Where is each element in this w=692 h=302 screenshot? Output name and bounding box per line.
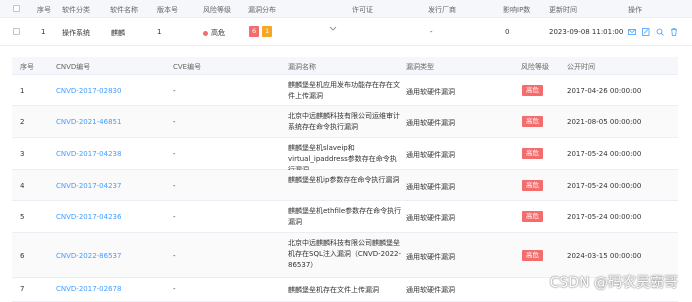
vuln-index: 5 xyxy=(20,213,25,221)
vuln-name: 北京中远麒麟科技有限公司运维审计系统存在命令执行漏洞 xyxy=(288,112,400,131)
vuln-name: 麒麟堡垒机存在文件上传漏洞 xyxy=(288,286,379,294)
row-version: 1 xyxy=(157,28,162,36)
row-name: 麒麟 xyxy=(111,29,125,37)
inner-header-index: 序号 xyxy=(20,63,34,71)
header-update-time: 更新时间 xyxy=(549,6,577,14)
vuln-name: 麒麟堡垒机ip参数存在命令执行漏洞 xyxy=(288,176,400,184)
vuln-index: 2 xyxy=(20,118,25,126)
vuln-cnvd-link[interactable]: CNVD-2017-02678 xyxy=(56,285,121,293)
vuln-cnvd-link[interactable]: CNVD-2017-04238 xyxy=(56,150,121,158)
search-icon[interactable] xyxy=(656,28,664,36)
vuln-type: 通用软硬件漏洞 xyxy=(406,286,455,294)
vuln-cve: - xyxy=(173,150,176,158)
vuln-index: 6 xyxy=(20,252,25,260)
row-category: 操作系统 xyxy=(62,29,90,37)
vuln-high-count[interactable]: 6 xyxy=(249,26,260,37)
vuln-cve: - xyxy=(173,118,176,126)
header-ip-count: 影响IP数 xyxy=(503,6,531,14)
vuln-risk-tag: 高危 xyxy=(522,180,543,191)
row-risk-level: 高危 xyxy=(203,28,225,38)
csdn-watermark: CSDN @码农吴霸哥 xyxy=(549,275,678,291)
vuln-index: 1 xyxy=(20,87,25,95)
vuln-publish-time: 2017-04-26 00:00:00 xyxy=(567,87,642,95)
risk-dot-icon xyxy=(203,30,208,36)
vuln-type: 通用软硬件漏洞 xyxy=(406,214,455,222)
vuln-type: 通用软硬件漏洞 xyxy=(406,119,455,127)
vuln-index: 7 xyxy=(20,285,25,293)
header-vendor: 发行厂商 xyxy=(428,6,456,14)
vuln-type: 通用软硬件漏洞 xyxy=(406,183,455,191)
vuln-cve: - xyxy=(173,87,176,95)
vuln-name: 麒麟堡垒机应用发布功能存在存在文件上传漏洞 xyxy=(288,81,400,100)
inner-table-header: 序号 CNVD编号 CVE编号 漏洞名称 漏洞类型 风险等级 公开时间 xyxy=(12,57,678,75)
inner-header-cnvd: CNVD编号 xyxy=(56,63,91,71)
vuln-type: 通用软硬件漏洞 xyxy=(406,88,455,96)
vuln-index: 3 xyxy=(20,150,25,158)
select-all-checkbox[interactable] xyxy=(13,5,20,12)
header-vuln-dist: 漏洞分布 xyxy=(248,6,276,14)
delete-icon[interactable] xyxy=(670,28,678,36)
vuln-risk-tag: 高危 xyxy=(522,211,543,222)
outer-table-header: 序号 软件分类 软件名称 版本号 风险等级 漏洞分布 许可证 发行厂商 影响IP… xyxy=(0,0,692,18)
software-row[interactable]: 1 操作系统 麒麟 1 高危 6 1 - 0 2023-09-08 11:01:… xyxy=(0,18,692,46)
mail-icon[interactable] xyxy=(628,28,636,36)
vuln-name: 北京中远麒麟科技有限公司麒麟堡垒机存在SQL注入漏洞（CNVD-2022-865… xyxy=(288,239,402,269)
row-update-time: 2023-09-08 11:01:00 xyxy=(549,28,624,36)
row-ip-count: 0 xyxy=(505,28,510,36)
inner-header-publish-time: 公开时间 xyxy=(567,63,595,71)
header-index: 序号 xyxy=(37,6,51,14)
vuln-cnvd-link[interactable]: CNVD-2021-46851 xyxy=(56,118,121,126)
vuln-row[interactable]: 4 CNVD-2017-04237 - 麒麟堡垒机ip参数存在命令执行漏洞 通用… xyxy=(12,170,678,201)
header-license: 许可证 xyxy=(352,6,373,14)
vuln-row[interactable]: 5 CNVD-2017-04236 - 麒麟堡垒机ethfile参数存在命令执行… xyxy=(12,201,678,233)
vuln-cnvd-link[interactable]: CNVD-2017-04236 xyxy=(56,213,121,221)
vuln-publish-time: 2024-03-15 00:00:00 xyxy=(567,252,642,260)
header-risk-level: 风险等级 xyxy=(203,6,231,14)
vuln-publish-time: 2021-08-05 00:00:00 xyxy=(567,118,642,126)
vuln-cve: - xyxy=(173,213,176,221)
vuln-name: 麒麟堡垒机ethfile参数存在命令执行漏洞 xyxy=(288,207,402,226)
row-vendor: - xyxy=(430,28,433,36)
edit-icon[interactable] xyxy=(642,28,650,36)
header-version: 版本号 xyxy=(157,6,178,14)
vuln-row[interactable]: 1 CNVD-2017-02830 - 麒麟堡垒机应用发布功能存在存在文件上传漏… xyxy=(12,75,678,106)
inner-header-cve: CVE编号 xyxy=(173,63,202,71)
vuln-risk-tag: 高危 xyxy=(522,85,543,96)
vuln-risk-tag: 高危 xyxy=(522,116,543,127)
vuln-cve: - xyxy=(173,285,176,293)
header-name: 软件名称 xyxy=(110,6,138,14)
vuln-row[interactable]: 3 CNVD-2017-04238 - 麒麟堡垒机slaveip和virtual… xyxy=(12,138,678,174)
vuln-risk-tag: 高危 xyxy=(522,250,543,261)
vuln-publish-time: 2017-05-24 00:00:00 xyxy=(567,150,642,158)
header-category: 软件分类 xyxy=(62,6,90,14)
vuln-risk-tag: 高危 xyxy=(522,148,543,159)
vuln-publish-time: 2017-05-24 00:00:00 xyxy=(567,213,642,221)
inner-header-risk: 风险等级 xyxy=(521,63,549,71)
vuln-mid-count[interactable]: 1 xyxy=(262,26,273,37)
vuln-cve: - xyxy=(173,252,176,260)
inner-header-name: 漏洞名称 xyxy=(288,63,316,71)
vuln-type: 通用软硬件漏洞 xyxy=(406,253,455,261)
expand-chevron-icon[interactable] xyxy=(329,26,337,34)
vuln-detail-panel: 序号 CNVD编号 CVE编号 漏洞名称 漏洞类型 风险等级 公开时间 1 CN… xyxy=(12,57,678,302)
inner-header-type: 漏洞类型 xyxy=(406,63,434,71)
vuln-cnvd-link[interactable]: CNVD-2022-86537 xyxy=(56,252,121,260)
vuln-cve: - xyxy=(173,182,176,190)
vuln-index: 4 xyxy=(20,182,25,190)
vuln-cnvd-link[interactable]: CNVD-2017-04237 xyxy=(56,182,121,190)
row-checkbox[interactable] xyxy=(13,28,20,35)
row-index: 1 xyxy=(41,28,46,36)
vuln-publish-time: 2017-05-24 00:00:00 xyxy=(567,182,642,190)
vuln-row[interactable]: 2 CNVD-2021-46851 - 北京中远麒麟科技有限公司运维审计系统存在… xyxy=(12,106,678,138)
header-actions: 操作 xyxy=(628,6,642,14)
vuln-type: 通用软硬件漏洞 xyxy=(406,151,455,159)
vuln-cnvd-link[interactable]: CNVD-2017-02830 xyxy=(56,87,121,95)
